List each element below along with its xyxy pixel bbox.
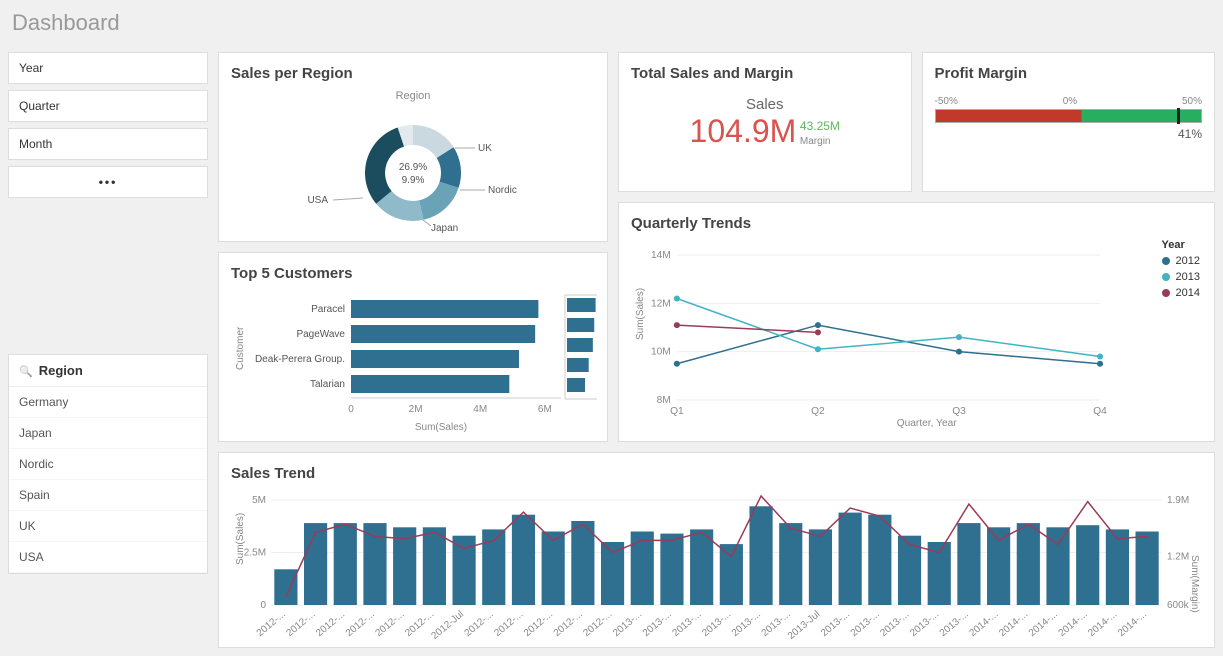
- svg-text:Customer: Customer: [235, 326, 246, 370]
- quarterly-trends-panel[interactable]: Quarterly Trends 8M 10M 12M 14M Q1 Q2 Q3 Q4 Su…: [618, 202, 1215, 442]
- svg-text:Sum(Sales): Sum(Sales): [635, 288, 646, 340]
- region-item[interactable]: Spain: [9, 480, 207, 511]
- svg-text:Sum(Sales): Sum(Sales): [235, 513, 246, 565]
- svg-text:0: 0: [348, 404, 354, 415]
- top5-customers-panel[interactable]: Top 5 Customers Customer Paracel PageWave…: [218, 252, 608, 442]
- svg-text:1.2M: 1.2M: [1167, 552, 1189, 563]
- svg-text:Deak-Perera Group.: Deak-Perera Group.: [255, 354, 345, 365]
- main-content: Sales per Region Region 26.9% 9.9%: [218, 52, 1215, 648]
- sales-per-region-panel[interactable]: Sales per Region Region 26.9% 9.9%: [218, 52, 608, 242]
- search-icon[interactable]: [19, 363, 33, 378]
- total-sales-value: 104.9M: [690, 113, 797, 150]
- svg-text:Nordic: Nordic: [488, 185, 517, 196]
- region-item[interactable]: Japan: [9, 418, 207, 449]
- total-margin-value: 43.25M Margin: [800, 119, 840, 147]
- panel-title: Profit Margin: [935, 65, 1203, 82]
- svg-text:Sum(Sales): Sum(Sales): [415, 422, 467, 433]
- svg-text:Q2: Q2: [811, 406, 825, 417]
- svg-text:14M: 14M: [651, 250, 671, 261]
- region-item[interactable]: Germany: [9, 387, 207, 418]
- svg-text:4M: 4M: [473, 404, 487, 415]
- svg-text:2M: 2M: [409, 404, 423, 415]
- svg-text:8M: 8M: [657, 395, 671, 406]
- region-item[interactable]: UK: [9, 511, 207, 542]
- panel-title: Sales per Region: [231, 65, 595, 82]
- panel-title: Sales Trend: [231, 465, 1202, 482]
- svg-text:Japan: Japan: [431, 223, 458, 233]
- svg-text:6M: 6M: [538, 404, 552, 415]
- region-filter-panel: Region Germany Japan Nordic Spain UK USA: [8, 354, 208, 574]
- sales-trend-panel[interactable]: Sales Trend 02.5M5M 600k1.2M1.9M 2012-..…: [218, 452, 1215, 648]
- filter-month[interactable]: Month: [8, 128, 208, 160]
- region-item[interactable]: Nordic: [9, 449, 207, 480]
- panel-title: Quarterly Trends: [631, 215, 1202, 232]
- panel-title: Total Sales and Margin: [631, 65, 899, 82]
- svg-text:2012-Jul: 2012-Jul: [430, 609, 466, 642]
- region-filter-title: Region: [39, 363, 83, 378]
- svg-text:Talarian: Talarian: [310, 379, 345, 390]
- sidebar: Year Quarter Month ••• Region Germany Ja…: [8, 52, 208, 648]
- svg-text:USA: USA: [307, 195, 328, 206]
- profit-tick-icon: [1177, 108, 1180, 124]
- total-sales-panel[interactable]: Total Sales and Margin Sales 104.9M 43.2…: [618, 52, 912, 192]
- svg-text:Q1: Q1: [670, 406, 684, 417]
- sales-trend-chart: 02.5M5M 600k1.2M1.9M 2012-...2012-...201…: [231, 490, 1202, 645]
- svg-text:10M: 10M: [651, 347, 671, 358]
- svg-text:UK: UK: [478, 143, 492, 154]
- svg-text:Q3: Q3: [952, 406, 966, 417]
- svg-text:9.9%: 9.9%: [402, 175, 425, 186]
- top5-chart: Customer Paracel PageWave Deak-Perera Grou…: [231, 290, 597, 438]
- quarterly-legend: Year 2012 2013 2014: [1162, 239, 1200, 303]
- profit-margin-panel[interactable]: Profit Margin -50% 0% 50% 41%: [922, 52, 1216, 192]
- page-title: Dashboard: [8, 8, 1215, 42]
- profit-gauge: [935, 109, 1203, 123]
- region-item[interactable]: USA: [9, 542, 207, 573]
- svg-text:1.9M: 1.9M: [1167, 495, 1189, 506]
- profit-value: 41%: [935, 127, 1203, 141]
- profit-scale: -50% 0% 50%: [935, 96, 1203, 107]
- quarterly-chart: 8M 10M 12M 14M Q1 Q2 Q3 Q4 Sum(Sales) Quarter,…: [631, 240, 1202, 430]
- svg-text:Paracel: Paracel: [311, 304, 345, 315]
- svg-text:12M: 12M: [651, 298, 671, 309]
- svg-text:Q4: Q4: [1093, 406, 1107, 417]
- svg-text:600k: 600k: [1167, 600, 1190, 611]
- svg-text:2013-Jul: 2013-Jul: [786, 609, 822, 642]
- svg-text:Quarter, Year: Quarter, Year: [897, 418, 958, 429]
- total-sales-label: Sales: [631, 96, 899, 113]
- panel-title: Top 5 Customers: [231, 265, 595, 282]
- svg-text:26.9%: 26.9%: [399, 162, 427, 173]
- filter-year[interactable]: Year: [8, 52, 208, 84]
- svg-text:PageWave: PageWave: [296, 329, 345, 340]
- filter-more-button[interactable]: •••: [8, 166, 208, 198]
- svg-text:5M: 5M: [252, 495, 266, 506]
- filter-quarter[interactable]: Quarter: [8, 90, 208, 122]
- svg-text:Sum(Margin): Sum(Margin): [1189, 555, 1200, 613]
- svg-text:2.5M: 2.5M: [244, 548, 266, 559]
- donut-chart: 26.9% 9.9% UK Nordic Japan USA: [263, 103, 563, 233]
- svg-text:0: 0: [260, 600, 266, 611]
